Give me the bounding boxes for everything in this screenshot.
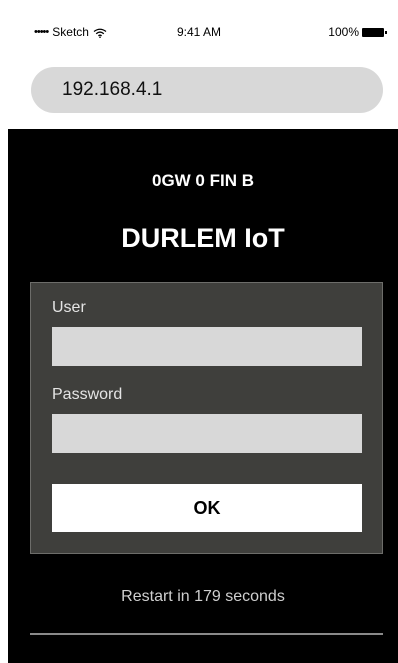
browser-screen: ••••• Sketch 9:41 AM 100% 192.168.4.1 0G… [0, 0, 398, 663]
address-bar[interactable]: 192.168.4.1 [31, 67, 383, 113]
divider [30, 633, 383, 635]
battery-status: 100% [328, 25, 387, 39]
page-title: DURLEM IoT [121, 223, 285, 253]
device-id: 0GW 0 FIN B [151, 171, 254, 190]
user-input[interactable] [52, 327, 362, 366]
web-content: 0GW 0 FIN B DURLEM IoT User Password OK … [8, 129, 398, 663]
restart-countdown: Restart in 179 seconds [121, 588, 285, 605]
status-bar: ••••• Sketch 9:41 AM 100% [0, 0, 398, 64]
password-input[interactable] [52, 414, 362, 453]
user-label: User [52, 299, 86, 316]
password-label: Password [52, 386, 123, 403]
battery-percent: 100% [328, 25, 359, 39]
login-form: User Password OK [30, 282, 383, 554]
ok-button[interactable]: OK [52, 484, 362, 532]
url-text: 192.168.4.1 [62, 79, 163, 100]
battery-icon [362, 27, 387, 37]
